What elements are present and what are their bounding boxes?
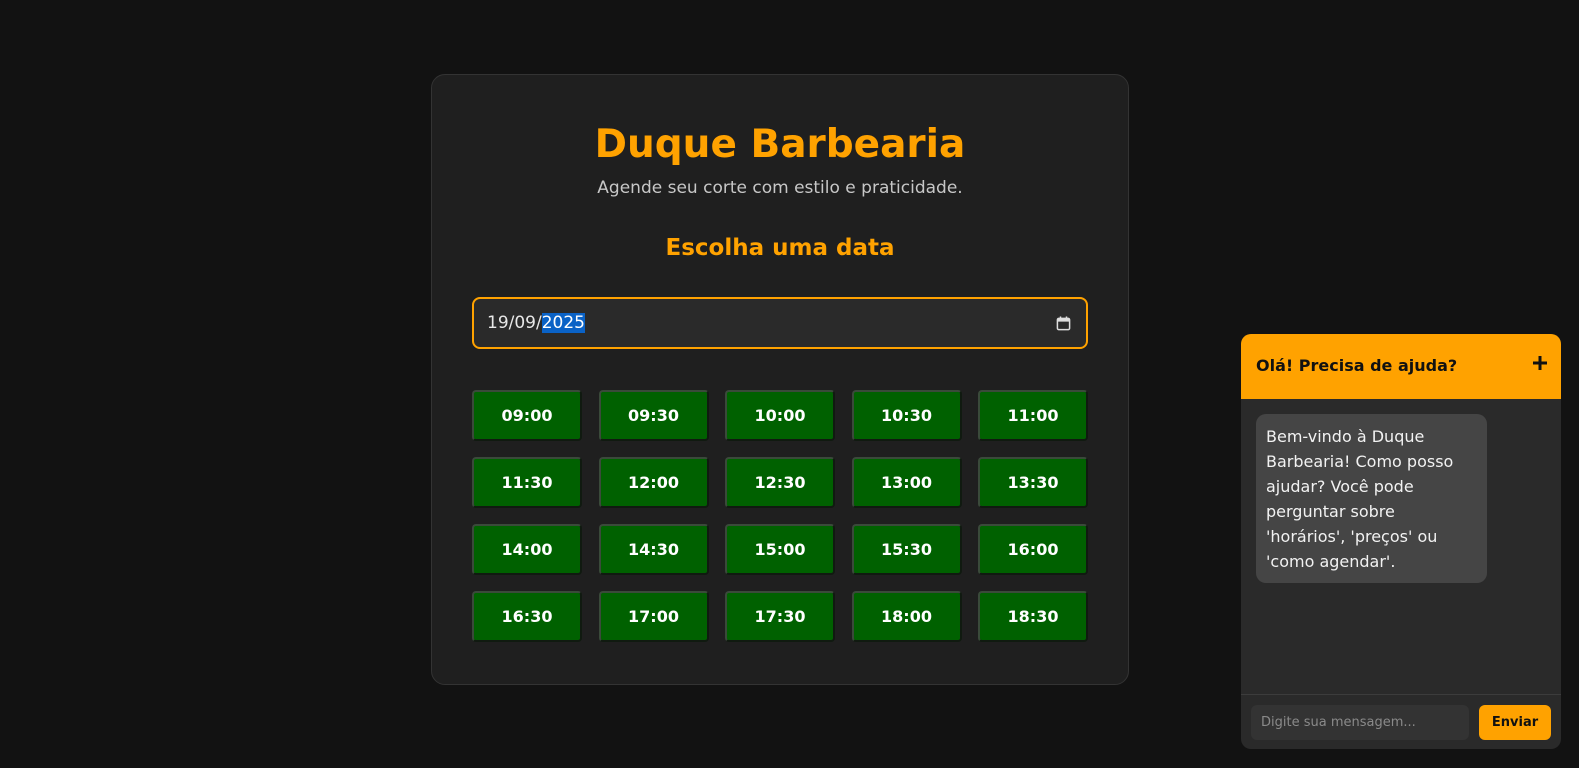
- page-subtitle: Agende seu corte com estilo e praticidad…: [597, 178, 963, 198]
- chat-header-title: Olá! Precisa de ajuda?: [1256, 356, 1458, 375]
- date-input[interactable]: 19/09/2025: [472, 297, 1088, 349]
- chat-widget: Olá! Precisa de ajuda? Bem-vindo à Duque…: [1241, 334, 1561, 749]
- date-year-selected: 2025: [541, 313, 585, 333]
- time-slot-button[interactable]: 13:00: [851, 457, 962, 508]
- plus-icon[interactable]: [1533, 356, 1547, 370]
- time-slot-button[interactable]: 15:00: [725, 524, 835, 575]
- booking-card: Duque Barbearia Agende seu corte com est…: [431, 74, 1129, 685]
- chat-header[interactable]: Olá! Precisa de ajuda?: [1241, 334, 1561, 399]
- page-title: Duque Barbearia: [594, 122, 966, 167]
- time-slot-button[interactable]: 18:30: [978, 591, 1088, 642]
- chat-message-input[interactable]: [1251, 705, 1469, 740]
- time-slot-button[interactable]: 11:00: [978, 390, 1088, 441]
- time-slot-button[interactable]: 16:00: [978, 524, 1088, 575]
- send-button[interactable]: Enviar: [1479, 705, 1551, 740]
- time-slot-button[interactable]: 15:30: [851, 524, 962, 575]
- time-slot-button[interactable]: 17:30: [725, 591, 835, 642]
- time-slot-button[interactable]: 14:00: [472, 524, 582, 575]
- calendar-icon[interactable]: [1056, 316, 1071, 331]
- time-slot-grid: 09:00 09:30 10:00 10:30 11:00 11:30 12:00 12:30…: [472, 390, 1088, 642]
- date-value: 19/09/2025: [487, 312, 585, 334]
- time-slot-button[interactable]: 10:30: [851, 390, 962, 441]
- time-slot-button[interactable]: 12:00: [598, 457, 709, 508]
- time-slot-button[interactable]: 12:30: [725, 457, 835, 508]
- chat-divider: [1241, 694, 1561, 695]
- time-slot-button[interactable]: 09:00: [472, 390, 582, 441]
- time-slot-button[interactable]: 16:30: [472, 591, 582, 642]
- time-slot-button[interactable]: 17:00: [598, 591, 709, 642]
- time-slot-button[interactable]: 09:30: [598, 390, 709, 441]
- date-section-title: Escolha uma data: [665, 235, 895, 261]
- chat-message-bot: Bem-vindo à Duque Barbearia! Como posso …: [1256, 414, 1487, 583]
- time-slot-button[interactable]: 14:30: [598, 524, 709, 575]
- time-slot-button[interactable]: 13:30: [978, 457, 1088, 508]
- time-slot-button[interactable]: 10:00: [725, 390, 835, 441]
- time-slot-button[interactable]: 18:00: [851, 591, 962, 642]
- date-day-month: 19/09/: [487, 313, 542, 333]
- time-slot-button[interactable]: 11:30: [472, 457, 582, 508]
